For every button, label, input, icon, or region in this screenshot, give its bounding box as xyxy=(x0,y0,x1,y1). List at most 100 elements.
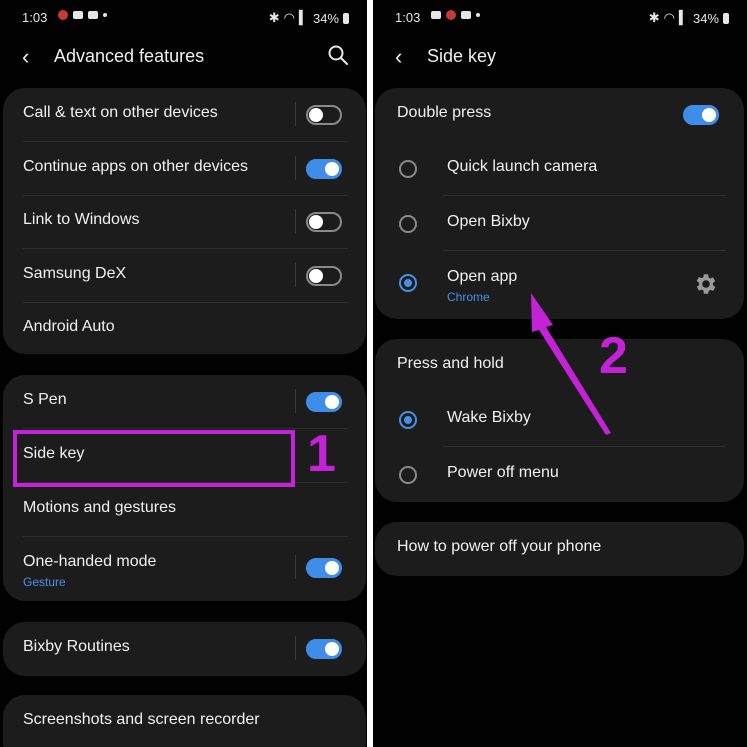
setting-label: One-handed mode xyxy=(23,553,157,570)
option-power-off-menu[interactable]: Power off menu xyxy=(375,448,744,501)
image-notification-icon xyxy=(461,11,471,19)
divider xyxy=(443,446,726,447)
setting-label: Double press xyxy=(397,104,492,121)
setting-screenshots[interactable]: Screenshots and screen recorder xyxy=(3,695,366,747)
option-label: Open Bixby xyxy=(447,213,530,230)
wifi-icon: ◠ xyxy=(663,10,675,25)
one-handed-toggle[interactable] xyxy=(306,558,342,578)
option-sublabel: Chrome xyxy=(447,290,490,304)
setting-sublabel: Gesture xyxy=(23,575,66,589)
divider xyxy=(295,156,296,180)
side-key-screen: 1:03 ✱ ◠ ▍ 34% ‹ Side key Double press Q… xyxy=(373,0,747,747)
radio-button[interactable] xyxy=(399,215,417,233)
bixby-routines-toggle[interactable] xyxy=(306,639,342,659)
setting-label: Samsung DeX xyxy=(23,265,127,282)
setting-label: Link to Windows xyxy=(23,211,140,228)
image-notification-icon xyxy=(73,11,83,19)
double-press-row[interactable]: Double press xyxy=(375,88,744,141)
radio-button-selected[interactable] xyxy=(399,274,417,292)
setting-label: Bixby Routines xyxy=(23,638,130,655)
battery-level: 34% xyxy=(312,10,339,26)
setting-label: Screenshots and screen recorder xyxy=(23,711,260,728)
divider xyxy=(295,102,296,126)
system-icons: ✱ ◠ ▍ 34% xyxy=(269,10,349,26)
divider xyxy=(443,195,726,196)
divider xyxy=(295,263,296,287)
setting-android-auto[interactable]: Android Auto xyxy=(3,302,366,355)
option-label: Power off menu xyxy=(447,464,559,481)
search-icon[interactable] xyxy=(327,44,349,71)
more-notifications-icon xyxy=(103,13,107,17)
signal-icon: ▍ xyxy=(298,10,309,25)
notification-icons xyxy=(58,10,107,20)
wifi-icon: ◠ xyxy=(283,10,295,25)
battery-icon xyxy=(343,12,349,24)
option-label: Quick launch camera xyxy=(447,158,598,175)
section-label: Press and hold xyxy=(397,355,504,372)
setting-samsung-dex[interactable]: Samsung DeX xyxy=(3,249,366,302)
setting-motions-gestures[interactable]: Motions and gestures xyxy=(3,483,366,536)
option-label: Open app xyxy=(447,268,518,285)
option-quick-launch-camera[interactable]: Quick launch camera xyxy=(375,142,744,195)
setting-label: S Pen xyxy=(23,391,67,408)
signal-icon: ▍ xyxy=(678,10,689,25)
double-press-toggle[interactable] xyxy=(683,105,719,125)
routines-card: Bixby Routines xyxy=(3,622,366,676)
app-header: ‹ Side key xyxy=(373,40,747,72)
more-notifications-icon xyxy=(476,13,480,17)
bluetooth-icon: ✱ xyxy=(268,10,280,25)
divider xyxy=(23,536,348,537)
link-windows-toggle[interactable] xyxy=(306,212,342,232)
system-icons: ✱ ◠ ▍ 34% xyxy=(649,10,729,26)
s-pen-toggle[interactable] xyxy=(306,392,342,412)
divider xyxy=(295,209,296,233)
setting-continue-apps[interactable]: Continue apps on other devices xyxy=(3,142,366,195)
call-text-toggle[interactable] xyxy=(306,105,342,125)
device-card: S Pen Side key Motions and gestures One-… xyxy=(3,375,366,601)
gear-icon[interactable] xyxy=(693,271,719,302)
back-arrow-icon[interactable]: ‹ xyxy=(395,44,402,70)
page-title: Side key xyxy=(427,46,497,66)
battery-level: 34% xyxy=(692,10,719,26)
eye-notification-icon xyxy=(431,11,441,19)
setting-link-windows[interactable]: Link to Windows xyxy=(3,195,366,248)
how-to-card: How to power off your phone xyxy=(375,522,744,576)
divider xyxy=(443,250,726,251)
setting-label: Call & text on other devices xyxy=(23,104,218,121)
radio-button[interactable] xyxy=(399,466,417,484)
status-time: 1:03 xyxy=(22,10,48,25)
page-title: Advanced features xyxy=(54,46,205,66)
divider xyxy=(295,555,296,579)
samsung-dex-toggle[interactable] xyxy=(306,266,342,286)
continue-apps-toggle[interactable] xyxy=(306,159,342,179)
option-open-bixby[interactable]: Open Bixby xyxy=(375,197,744,250)
setting-bixby-routines[interactable]: Bixby Routines xyxy=(3,622,366,675)
battery-icon xyxy=(723,12,729,24)
setting-call-text[interactable]: Call & text on other devices xyxy=(3,88,366,141)
annotation-number-1: 1 xyxy=(307,425,336,483)
app-header: ‹ Advanced features xyxy=(0,40,367,72)
how-to-power-off-link[interactable]: How to power off your phone xyxy=(375,522,744,575)
divider xyxy=(295,636,296,660)
divider xyxy=(295,389,296,413)
radio-button[interactable] xyxy=(399,160,417,178)
annotation-highlight-box xyxy=(13,430,295,487)
connectivity-card: Call & text on other devices Continue ap… xyxy=(3,88,366,354)
radio-button-selected[interactable] xyxy=(399,411,417,429)
screenshots-card: Screenshots and screen recorder xyxy=(3,695,366,747)
setting-label: Android Auto xyxy=(23,318,115,335)
status-time: 1:03 xyxy=(395,10,421,25)
setting-label: Continue apps on other devices xyxy=(23,158,249,175)
setting-label: Motions and gestures xyxy=(23,499,176,516)
option-label: Wake Bixby xyxy=(447,409,531,426)
notification-icon xyxy=(446,10,456,20)
notification-icon xyxy=(58,10,68,20)
annotation-number-2: 2 xyxy=(599,327,628,385)
setting-one-handed[interactable]: One-handed mode Gesture xyxy=(3,545,366,598)
status-bar: 1:03 ✱ ◠ ▍ 34% xyxy=(0,8,367,28)
bluetooth-icon: ✱ xyxy=(648,10,660,25)
setting-s-pen[interactable]: S Pen xyxy=(3,375,366,428)
link-label: How to power off your phone xyxy=(397,538,602,555)
message-notification-icon xyxy=(88,11,98,19)
back-arrow-icon[interactable]: ‹ xyxy=(22,44,29,70)
